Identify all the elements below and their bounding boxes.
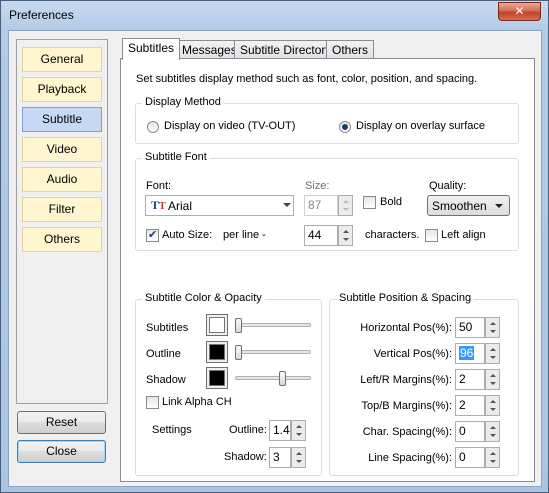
lr-margins-spinner[interactable] — [485, 369, 500, 390]
position-spacing-title: Subtitle Position & Spacing — [336, 292, 475, 304]
tb-margins-field[interactable]: 2 — [455, 395, 485, 416]
bold-label[interactable]: Bold — [380, 196, 402, 208]
close-button[interactable]: Close — [17, 440, 106, 463]
chevron-down-icon — [495, 204, 503, 208]
horizontal-pos-label: Horizontal Pos(%): — [360, 322, 452, 334]
window-close-button[interactable]: ✕ — [498, 2, 541, 21]
color-opacity-group: Subtitle Color & Opacity Subtitles Outli… — [135, 292, 322, 476]
reset-button[interactable]: Reset — [17, 411, 106, 434]
subtitle-font-title: Subtitle Font — [142, 151, 210, 163]
shadow-color-label: Shadow — [146, 374, 186, 386]
vertical-pos-spinner[interactable] — [485, 343, 500, 364]
dialog-client-area: General Playback Subtitle Video Audio Fi… — [8, 30, 542, 487]
outline-color-label: Outline — [146, 348, 181, 360]
display-on-video-label[interactable]: Display on video (TV-OUT) — [164, 120, 295, 132]
display-method-title: Display Method — [142, 96, 224, 108]
lr-margins-field[interactable]: 2 — [455, 369, 485, 390]
outline-setting-spinner[interactable] — [291, 420, 306, 441]
subtitles-color-swatch[interactable] — [206, 314, 228, 336]
line-spacing-label: Line Spacing(%): — [368, 452, 452, 464]
size-spinner[interactable] — [338, 195, 353, 216]
shadow-color-swatch[interactable] — [206, 367, 228, 389]
outline-setting-field[interactable]: 1.4 — [269, 420, 291, 441]
tab-messages[interactable]: Messages — [176, 40, 243, 59]
tab-subtitle-directory[interactable]: Subtitle Directory — [234, 40, 338, 59]
tb-margins-label: Top/B Margins(%): — [361, 400, 452, 412]
display-on-video-radio[interactable] — [147, 121, 159, 133]
subtitles-tab-panel: Set subtitles display method such as fon… — [120, 58, 535, 482]
truetype-icon: TT — [151, 198, 166, 212]
outline-setting-label: Outline: — [229, 424, 267, 436]
link-alpha-label[interactable]: Link Alpha CH — [162, 396, 232, 408]
display-on-overlay-radio[interactable] — [339, 121, 351, 133]
horizontal-pos-field[interactable]: 50 — [455, 317, 485, 338]
nav-item-general[interactable]: General — [22, 47, 102, 72]
char-spacing-field[interactable]: 0 — [455, 421, 485, 442]
link-alpha-checkbox[interactable] — [146, 396, 159, 409]
font-value: Arial — [168, 199, 193, 213]
char-spacing-label: Char. Spacing(%): — [362, 426, 452, 438]
tab-subtitles[interactable]: Subtitles — [122, 38, 181, 60]
shadow-color-fill — [209, 370, 225, 386]
nav-item-video[interactable]: Video — [22, 137, 102, 162]
quality-combo[interactable]: Smoothen — [427, 195, 510, 216]
line-spacing-field[interactable]: 0 — [455, 447, 485, 468]
color-opacity-title: Subtitle Color & Opacity — [142, 292, 265, 304]
category-nav: General Playback Subtitle Video Audio Fi… — [16, 39, 108, 404]
autosize-checkbox[interactable] — [146, 228, 159, 242]
bold-checkbox[interactable] — [363, 196, 376, 209]
close-icon: ✕ — [514, 4, 525, 18]
nav-item-audio[interactable]: Audio — [22, 167, 102, 192]
tb-margins-spinner[interactable] — [485, 395, 500, 416]
shadow-setting-label: Shadow: — [224, 451, 267, 463]
shadow-opacity-slider[interactable] — [235, 376, 311, 380]
display-on-overlay-label[interactable]: Display on overlay surface — [356, 120, 485, 132]
shadow-opacity-thumb[interactable] — [279, 371, 286, 386]
settings-label: Settings — [152, 424, 192, 436]
nav-item-playback[interactable]: Playback — [22, 77, 102, 102]
autosize-label[interactable]: Auto Size: — [162, 229, 212, 241]
characters-label: characters. — [365, 229, 420, 241]
line-spacing-spinner[interactable] — [485, 447, 500, 468]
left-align-label[interactable]: Left align — [441, 229, 486, 241]
size-field[interactable]: 87 — [304, 195, 338, 216]
char-spacing-spinner[interactable] — [485, 421, 500, 442]
nav-item-others[interactable]: Others — [22, 227, 102, 252]
subtitles-color-label: Subtitles — [146, 322, 189, 334]
preferences-window: Preferences ✕ General Playback Subtitle … — [0, 0, 549, 493]
per-line-field[interactable]: 44 — [304, 225, 338, 246]
position-spacing-group: Subtitle Position & Spacing Horizontal P… — [329, 292, 519, 476]
lr-margins-label: Left/R Margins(%): — [360, 374, 452, 386]
tab-others[interactable]: Others — [326, 40, 375, 59]
quality-value: Smoothen — [432, 199, 487, 213]
horizontal-pos-spinner[interactable] — [485, 317, 500, 338]
vertical-pos-value: 96 — [459, 346, 475, 360]
title-bar[interactable]: Preferences ✕ — [1, 1, 548, 31]
window-title: Preferences — [9, 8, 74, 22]
outline-opacity-slider[interactable] — [235, 350, 311, 354]
quality-label: Quality: — [429, 180, 467, 192]
left-align-checkbox[interactable] — [425, 229, 438, 242]
chevron-down-icon — [283, 203, 291, 207]
per-line-label: per line - — [223, 229, 266, 241]
outline-color-fill — [209, 344, 225, 360]
size-label: Size: — [305, 180, 330, 192]
shadow-setting-field[interactable]: 3 — [269, 447, 291, 468]
font-label: Font: — [146, 180, 172, 192]
per-line-spinner[interactable] — [338, 225, 353, 246]
vertical-pos-label: Vertical Pos(%): — [373, 348, 452, 360]
font-combo[interactable]: TT Arial — [145, 195, 294, 216]
vertical-pos-field[interactable]: 96 — [455, 343, 485, 364]
nav-item-subtitle[interactable]: Subtitle — [22, 107, 102, 132]
tab-description: Set subtitles display method such as fon… — [136, 73, 478, 85]
nav-item-filter[interactable]: Filter — [22, 197, 102, 222]
display-method-group: Display Method Display on video (TV-OUT)… — [135, 96, 519, 144]
subtitles-opacity-thumb[interactable] — [235, 318, 242, 333]
shadow-setting-spinner[interactable] — [291, 447, 306, 468]
subtitle-font-group: Subtitle Font Font: TT Arial Size: 87 Bo… — [135, 151, 519, 251]
subtitles-opacity-slider[interactable] — [235, 323, 311, 327]
outline-color-swatch[interactable] — [206, 341, 228, 363]
subtitles-color-fill — [209, 317, 225, 333]
outline-opacity-thumb[interactable] — [235, 345, 242, 360]
